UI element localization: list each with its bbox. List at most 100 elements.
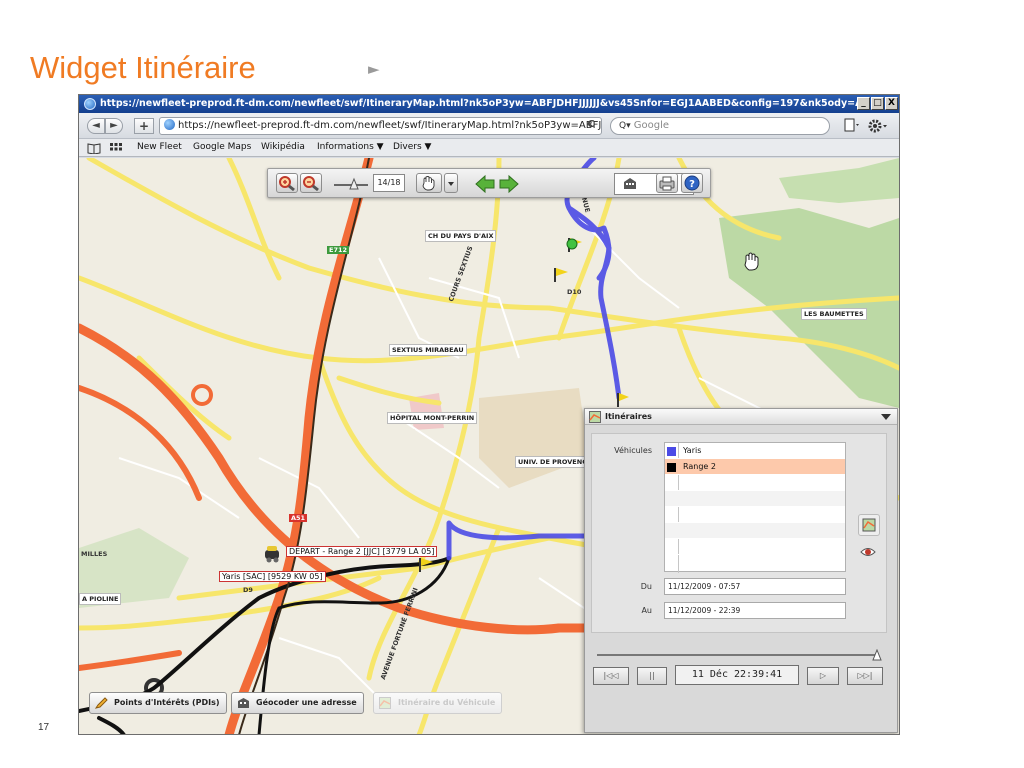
page-menu-icon[interactable] xyxy=(843,118,861,134)
bookmark-informations[interactable]: Informations ▼ xyxy=(317,142,384,152)
itineraire-vehicule-button[interactable]: Itinéraire du Véhicule xyxy=(373,692,503,714)
zoom-level-field[interactable]: 14/18 xyxy=(373,174,405,192)
pdi-button-label: Points d'Intérêts (PDIs) xyxy=(114,698,220,707)
zoom-slider[interactable] xyxy=(332,177,370,191)
gear-icon[interactable] xyxy=(867,117,889,135)
car-icon xyxy=(265,546,279,563)
itinerary-map-icon xyxy=(379,697,391,709)
pause-button[interactable]: || xyxy=(637,667,667,685)
pan-hand-button[interactable] xyxy=(416,173,442,193)
geocode-button-label: Géocoder une adresse xyxy=(256,698,357,707)
vehicle-flag-icon xyxy=(554,268,568,282)
zoom-out-button[interactable] xyxy=(300,173,322,193)
list-item xyxy=(665,507,845,523)
panel-header[interactable]: Itinéraires xyxy=(585,409,897,425)
url-field[interactable]: https://newfleet-preprod.ft-dm.com/newfl… xyxy=(159,117,602,135)
geocode-building-icon[interactable] xyxy=(622,177,638,191)
forward-button[interactable]: ► xyxy=(105,118,123,134)
url-text: https://newfleet-preprod.ft-dm.com/newfl… xyxy=(178,120,602,131)
map-label-hopital: HÔPITAL MONT-PERRIN xyxy=(387,412,478,424)
geocode-button[interactable]: Géocoder une adresse xyxy=(231,692,364,714)
collapse-arrow-icon[interactable] xyxy=(881,413,891,421)
map-view[interactable]: CH DU PAYS D'AIX SEXTIUS MIRABEAU HÔPITA… xyxy=(79,158,899,734)
panel-body: Véhicules Yaris Range 2 Du 11/12/2009 - … xyxy=(591,433,887,633)
list-item xyxy=(665,539,845,555)
playback-time: 11 Déc 22:39:41 xyxy=(675,665,799,685)
top-sites-grid-icon[interactable] xyxy=(109,142,123,154)
start-flag-icon xyxy=(566,238,582,252)
playback-slider[interactable] xyxy=(595,649,885,661)
vehicle-name: Range 2 xyxy=(683,462,716,471)
next-arrow-icon[interactable] xyxy=(498,174,520,194)
slide: Widget Itinéraire ► 17 https://newfleet-… xyxy=(0,0,1024,768)
globe-icon xyxy=(84,98,96,110)
du-label: Du xyxy=(640,582,652,591)
road-label-d10: D10 xyxy=(567,288,582,296)
map-thumbnail-icon xyxy=(862,518,876,532)
pencil-icon xyxy=(95,697,108,709)
eye-icon xyxy=(860,548,876,556)
itinerary-map-icon xyxy=(589,411,601,423)
bookmark-google-maps[interactable]: Google Maps xyxy=(193,142,251,152)
rewind-button[interactable]: |◁◁ xyxy=(593,667,629,685)
back-button[interactable]: ◄ xyxy=(87,118,105,134)
bookmarks-book-icon[interactable] xyxy=(87,142,101,154)
maximize-button[interactable]: □ xyxy=(871,97,884,110)
zoom-out-icon xyxy=(303,176,319,192)
previous-arrow-icon[interactable] xyxy=(474,174,496,194)
map-label-pioline: A PIOLINE xyxy=(79,593,122,605)
au-date-field[interactable]: 11/12/2009 - 22:39 xyxy=(664,602,846,619)
minimize-button[interactable]: _ xyxy=(857,97,870,110)
map-label-baumettes: LES BAUMETTES xyxy=(801,308,867,320)
vehicle-name: Yaris xyxy=(683,446,702,455)
bookmark-new-fleet[interactable]: New Fleet xyxy=(137,142,182,152)
list-item xyxy=(665,491,845,507)
zoom-in-icon xyxy=(279,176,295,192)
map-label-sextius: SEXTIUS MIRABEAU xyxy=(389,344,467,356)
show-on-map-button[interactable] xyxy=(858,514,880,536)
vehicle-color-swatch xyxy=(667,463,676,472)
print-button[interactable] xyxy=(656,173,678,193)
vehicle-row-yaris[interactable]: Yaris xyxy=(665,443,845,459)
site-icon xyxy=(164,119,175,130)
visibility-button[interactable] xyxy=(858,542,880,564)
play-button[interactable]: ▷ xyxy=(807,667,839,685)
zoom-in-button[interactable] xyxy=(276,173,298,193)
help-button[interactable]: ? xyxy=(681,173,703,193)
help-icon: ? xyxy=(684,175,700,191)
window-title: https://newfleet-preprod.ft-dm.com/newfl… xyxy=(100,98,860,109)
map-label-milles: MILLES xyxy=(81,550,108,558)
bookmark-divers[interactable]: Divers ▼ xyxy=(393,142,431,152)
add-tab-button[interactable]: + xyxy=(134,118,154,134)
fast-forward-button[interactable]: ▷▷| xyxy=(847,667,883,685)
bookmark-wikipedia[interactable]: Wikipédia xyxy=(261,142,305,152)
list-item xyxy=(665,523,845,539)
slide-arrow: ► xyxy=(368,60,380,78)
road-label-d9: D9 xyxy=(243,586,253,594)
search-icon: Q▾ xyxy=(619,121,631,131)
campus-area xyxy=(479,388,589,488)
itineraires-panel: Itinéraires Véhicules Yaris Range 2 Du 1… xyxy=(584,408,898,733)
close-button[interactable]: X xyxy=(885,97,898,110)
reload-button[interactable]: C xyxy=(583,119,599,133)
du-date-field[interactable]: 11/12/2009 - 07:57 xyxy=(664,578,846,595)
bottom-toolbar: Points d'Intérêts (PDIs) Géocoder une ad… xyxy=(79,692,584,718)
pan-hand-icon xyxy=(422,176,435,191)
roundabout xyxy=(191,384,213,406)
printer-icon xyxy=(659,176,675,191)
pan-dropdown-button[interactable] xyxy=(444,173,458,193)
slide-title: Widget Itinéraire xyxy=(30,50,256,85)
page-number: 17 xyxy=(38,722,50,733)
building-icon xyxy=(238,698,249,708)
vehicle-list[interactable]: Yaris Range 2 xyxy=(664,442,846,573)
search-field[interactable]: Q▾ Google xyxy=(610,117,830,135)
browser-window: https://newfleet-preprod.ft-dm.com/newfl… xyxy=(78,94,900,735)
vehicle-row-range2[interactable]: Range 2 xyxy=(665,459,845,475)
svg-text:?: ? xyxy=(689,179,695,190)
playback-controls: |◁◁ || 11 Déc 22:39:41 ▷ ▷▷| xyxy=(591,647,887,691)
panel-title: Itinéraires xyxy=(605,412,652,421)
vehicles-label: Véhicules xyxy=(614,446,652,455)
pdi-button[interactable]: Points d'Intérêts (PDIs) xyxy=(89,692,227,714)
vehicle-color-swatch xyxy=(667,447,676,456)
tooltip-depart: DEPART - Range 2 [JJC] [3779 LA 05] xyxy=(286,546,438,557)
